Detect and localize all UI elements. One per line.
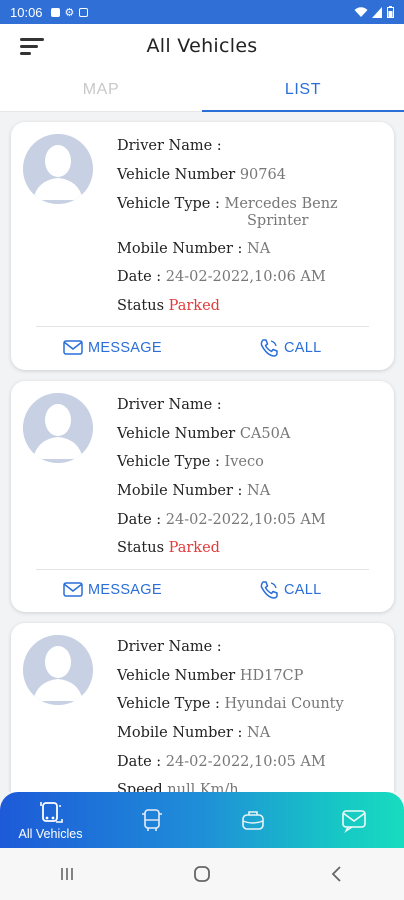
divider — [36, 569, 369, 570]
status-bar: 10:06 ⚙ — [0, 0, 404, 24]
vehicle-card: Driver Name : Vehicle Number CA50A Vehic… — [11, 381, 394, 612]
date: Date : 24-02-2022,10:06 AM — [117, 269, 326, 285]
mobile-number: Mobile Number : NA — [117, 483, 271, 499]
vehicle-list[interactable]: Driver Name : Vehicle Number 90764 Vehic… — [0, 112, 404, 792]
vehicle-type: Vehicle Type : Hyundai County — [117, 696, 344, 712]
app-notification-icon — [79, 7, 89, 17]
signal-icon — [372, 6, 382, 18]
app-header: All Vehicles — [0, 24, 404, 68]
call-button[interactable]: CALL — [259, 338, 321, 358]
back-icon — [331, 866, 341, 882]
bottom-nav: All Vehicles — [0, 792, 404, 848]
home-button[interactable] — [182, 854, 222, 894]
avatar — [23, 635, 93, 705]
mobile-number: Mobile Number : NA — [117, 241, 271, 257]
vehicle-number: Vehicle Number 90764 — [117, 167, 286, 183]
battery-icon — [387, 6, 394, 18]
tab-list[interactable]: LIST — [202, 68, 404, 112]
page-title: All Vehicles — [146, 35, 258, 57]
status-badge: Parked — [168, 540, 220, 556]
status-badge: Parked — [168, 298, 220, 314]
divider — [36, 326, 369, 327]
driver-name: Driver Name : — [117, 138, 222, 154]
avatar — [23, 393, 93, 463]
status-time: 10:06 — [10, 4, 43, 20]
view-tabs: MAP LIST — [0, 68, 404, 112]
vehicle-type: Vehicle Type : Iveco — [117, 454, 264, 470]
home-icon — [194, 866, 210, 882]
message-icon — [341, 810, 366, 834]
vehicle-number: Vehicle Number HD17CP — [117, 668, 304, 684]
date: Date : 24-02-2022,10:05 AM — [117, 512, 326, 528]
settings-icon: ⚙ — [64, 5, 75, 19]
wifi-icon — [354, 6, 368, 17]
speed: Speed null Km/h — [117, 782, 239, 792]
driver-name: Driver Name : — [117, 639, 222, 655]
nav-bus[interactable] — [101, 792, 202, 848]
nav-briefcase[interactable] — [202, 792, 303, 848]
bus-icon — [141, 809, 162, 831]
message-button[interactable]: MESSAGE — [63, 582, 162, 598]
vehicle-type: Vehicle Type : Mercedes Benz — [117, 196, 338, 212]
nav-messages[interactable] — [303, 792, 404, 848]
status: Status Parked — [117, 298, 220, 314]
status: Status Parked — [117, 540, 220, 556]
nav-all-vehicles-label: All Vehicles — [18, 826, 83, 841]
recents-icon — [61, 868, 74, 880]
back-button[interactable] — [317, 854, 357, 894]
date: Date : 24-02-2022,10:05 AM — [117, 754, 326, 770]
all-vehicles-icon — [39, 801, 63, 823]
vehicle-card: Driver Name : Vehicle Number HD17CP Vehi… — [11, 623, 394, 792]
call-button[interactable]: CALL — [259, 580, 321, 600]
avatar — [23, 134, 93, 204]
vehicle-card: Driver Name : Vehicle Number 90764 Vehic… — [11, 122, 394, 370]
phone-icon — [260, 339, 278, 357]
menu-icon[interactable] — [20, 36, 44, 56]
vehicle-number: Vehicle Number CA50A — [117, 426, 291, 442]
message-button[interactable]: MESSAGE — [63, 340, 162, 356]
tab-map[interactable]: MAP — [0, 68, 202, 111]
phone-icon — [260, 581, 278, 599]
message-icon — [63, 340, 83, 355]
recents-button[interactable] — [47, 854, 87, 894]
briefcase-icon — [241, 811, 264, 830]
driver-name: Driver Name : — [117, 397, 222, 413]
vehicle-type-line2: Sprinter — [247, 213, 309, 229]
message-icon — [63, 582, 83, 597]
mobile-number: Mobile Number : NA — [117, 725, 271, 741]
system-nav-bar — [0, 848, 404, 900]
nav-all-vehicles[interactable]: All Vehicles — [0, 792, 101, 848]
notification-icon — [50, 7, 60, 17]
